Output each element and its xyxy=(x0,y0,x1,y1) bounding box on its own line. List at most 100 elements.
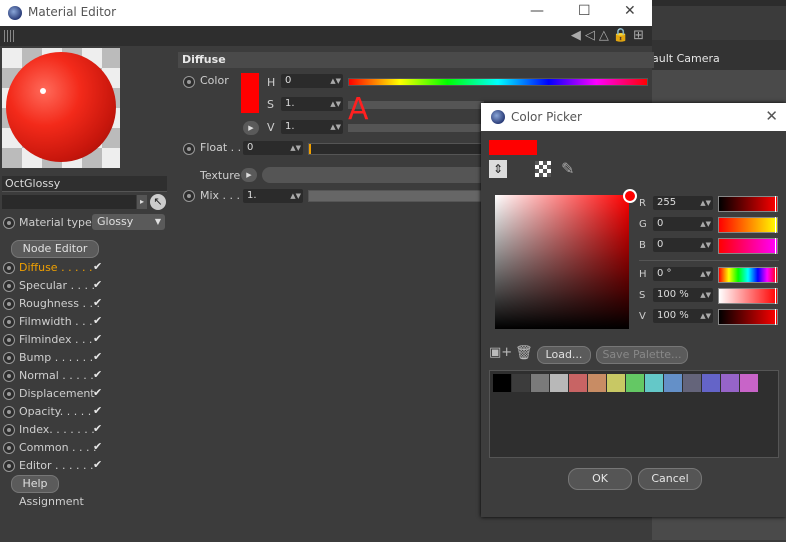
channel-label[interactable]: Filmwidth . . . xyxy=(19,315,93,328)
palette-swatch[interactable] xyxy=(702,374,720,392)
channel-checkbox[interactable]: ✔ xyxy=(93,441,103,452)
texture-expand-icon[interactable]: ▶ xyxy=(241,168,257,182)
channel-label[interactable]: Specular . . . . xyxy=(19,279,95,292)
palette-swatch[interactable] xyxy=(550,374,568,392)
load-button[interactable]: Load... xyxy=(537,346,591,364)
link-arrow-button[interactable]: ▸ xyxy=(137,195,147,209)
save-palette-button[interactable]: Save Palette... xyxy=(596,346,688,364)
channel-radio[interactable] xyxy=(3,334,15,346)
channel-checkbox[interactable]: ✔ xyxy=(93,459,103,470)
channel-radio[interactable] xyxy=(3,442,15,454)
channel-radio[interactable] xyxy=(3,352,15,364)
spinner-icon[interactable]: ▲▼ xyxy=(290,189,301,203)
channel-checkbox[interactable]: ✔ xyxy=(93,279,103,290)
palette-swatch[interactable] xyxy=(493,374,511,392)
palette-swatch[interactable] xyxy=(607,374,625,392)
g-gradient[interactable] xyxy=(718,217,778,233)
palette-swatch[interactable] xyxy=(683,374,701,392)
channel-checkbox[interactable]: ✔ xyxy=(93,351,103,362)
b-gradient[interactable] xyxy=(718,238,778,254)
channel-label[interactable]: Common . . . . xyxy=(19,441,97,454)
palette-swatch[interactable] xyxy=(531,374,549,392)
b-field[interactable]: 0 ▲▼ xyxy=(653,238,713,252)
mode-toggle-icon[interactable]: ⇕ xyxy=(489,160,507,178)
mix-slider[interactable] xyxy=(308,190,482,202)
channel-checkbox[interactable]: ✔ xyxy=(93,423,103,434)
channel-label[interactable]: Opacity. . . . . xyxy=(19,405,91,418)
spinner-icon[interactable]: ▲▼ xyxy=(700,196,711,210)
eyedropper-icon[interactable]: ✎ xyxy=(561,159,574,178)
spinner-icon[interactable]: ▲▼ xyxy=(700,309,711,323)
help-button[interactable]: Help xyxy=(11,475,59,493)
channel-radio[interactable] xyxy=(3,298,15,310)
hsv-v-gradient[interactable] xyxy=(718,309,778,325)
spinner-icon[interactable]: ▲▼ xyxy=(700,267,711,281)
palette-swatch[interactable] xyxy=(645,374,663,392)
channel-checkbox[interactable]: ✔ xyxy=(93,369,103,380)
channel-radio[interactable] xyxy=(3,424,15,436)
saturation-value-field[interactable] xyxy=(495,195,629,329)
link-field[interactable] xyxy=(2,195,136,209)
close-icon[interactable]: ✕ xyxy=(624,3,636,19)
hsv-v-field[interactable]: 100 % ▲▼ xyxy=(653,309,713,323)
channel-label[interactable]: Normal . . . . . xyxy=(19,369,94,382)
channel-label[interactable]: Bump . . . . . . xyxy=(19,351,93,364)
color-swatch[interactable] xyxy=(241,73,259,113)
expand-triangle-icon[interactable]: ▶ xyxy=(243,121,259,135)
cancel-button[interactable]: Cancel xyxy=(638,468,702,490)
toolbar-nav-icons[interactable]: ◀◁△🔒⊞ xyxy=(571,28,648,43)
hsv-s-gradient[interactable] xyxy=(718,288,778,304)
picker-arrow-icon[interactable]: ↖ xyxy=(150,194,166,210)
node-editor-button[interactable]: Node Editor xyxy=(11,240,99,258)
channel-checkbox[interactable]: ✔ xyxy=(93,297,103,308)
hsv-s-field[interactable]: 100 % ▲▼ xyxy=(653,288,713,302)
channel-checkbox[interactable]: ✔ xyxy=(93,261,103,272)
palette-swatch[interactable] xyxy=(626,374,644,392)
material-type-radio[interactable] xyxy=(3,217,15,229)
r-field[interactable]: 255 ▲▼ xyxy=(653,196,713,210)
r-gradient[interactable] xyxy=(718,196,778,212)
ok-button[interactable]: OK xyxy=(568,468,632,490)
palette-swatch[interactable] xyxy=(569,374,587,392)
channel-label[interactable]: Index. . . . . . . xyxy=(19,423,95,436)
material-preview[interactable] xyxy=(2,48,120,168)
hsv-h-gradient[interactable] xyxy=(718,267,778,283)
add-swatch-icon[interactable]: ▣+ xyxy=(489,345,512,360)
h-field[interactable]: 0 ▲▼ xyxy=(281,74,343,88)
channel-checkbox[interactable]: ✔ xyxy=(93,387,103,398)
close-icon[interactable]: ✕ xyxy=(765,107,778,125)
checker-mode-icon[interactable] xyxy=(535,161,551,177)
palette-swatch[interactable] xyxy=(721,374,739,392)
maximize-icon[interactable]: ☐ xyxy=(578,3,591,19)
palette-swatch[interactable] xyxy=(664,374,682,392)
float-radio[interactable] xyxy=(183,143,195,155)
grip-handle-icon[interactable] xyxy=(4,30,16,42)
spinner-icon[interactable]: ▲▼ xyxy=(700,288,711,302)
minimize-icon[interactable]: — xyxy=(530,3,544,19)
trash-icon[interactable]: 🗑 xyxy=(515,345,533,361)
channel-radio[interactable] xyxy=(3,370,15,382)
hsv-h-field[interactable]: 0 ° ▲▼ xyxy=(653,267,713,281)
color-radio[interactable] xyxy=(183,76,195,88)
channel-label[interactable]: Roughness . . . xyxy=(19,297,100,310)
s-field[interactable]: 1. ▲▼ xyxy=(281,97,343,111)
channel-radio[interactable] xyxy=(3,316,15,328)
assignment-tab[interactable]: Assignment xyxy=(19,495,84,508)
spinner-icon[interactable]: ▲▼ xyxy=(330,120,341,134)
channel-checkbox[interactable]: ✔ xyxy=(93,405,103,416)
float-field[interactable]: 0 ▲▼ xyxy=(243,141,303,155)
channel-label[interactable]: Displacement xyxy=(19,387,95,400)
material-type-dropdown[interactable]: Glossy ▼ xyxy=(92,214,165,230)
channel-checkbox[interactable]: ✔ xyxy=(93,315,103,326)
channel-label[interactable]: Editor . . . . . . xyxy=(19,459,94,472)
channel-checkbox[interactable]: ✔ xyxy=(93,333,103,344)
mix-radio[interactable] xyxy=(183,190,195,202)
hue-slider[interactable] xyxy=(348,78,648,86)
spinner-icon[interactable]: ▲▼ xyxy=(700,238,711,252)
spinner-icon[interactable]: ▲▼ xyxy=(290,141,301,155)
texture-field[interactable] xyxy=(262,167,482,183)
float-slider[interactable] xyxy=(308,143,482,155)
channel-radio[interactable] xyxy=(3,280,15,292)
channel-radio[interactable] xyxy=(3,460,15,472)
channel-radio[interactable] xyxy=(3,406,15,418)
